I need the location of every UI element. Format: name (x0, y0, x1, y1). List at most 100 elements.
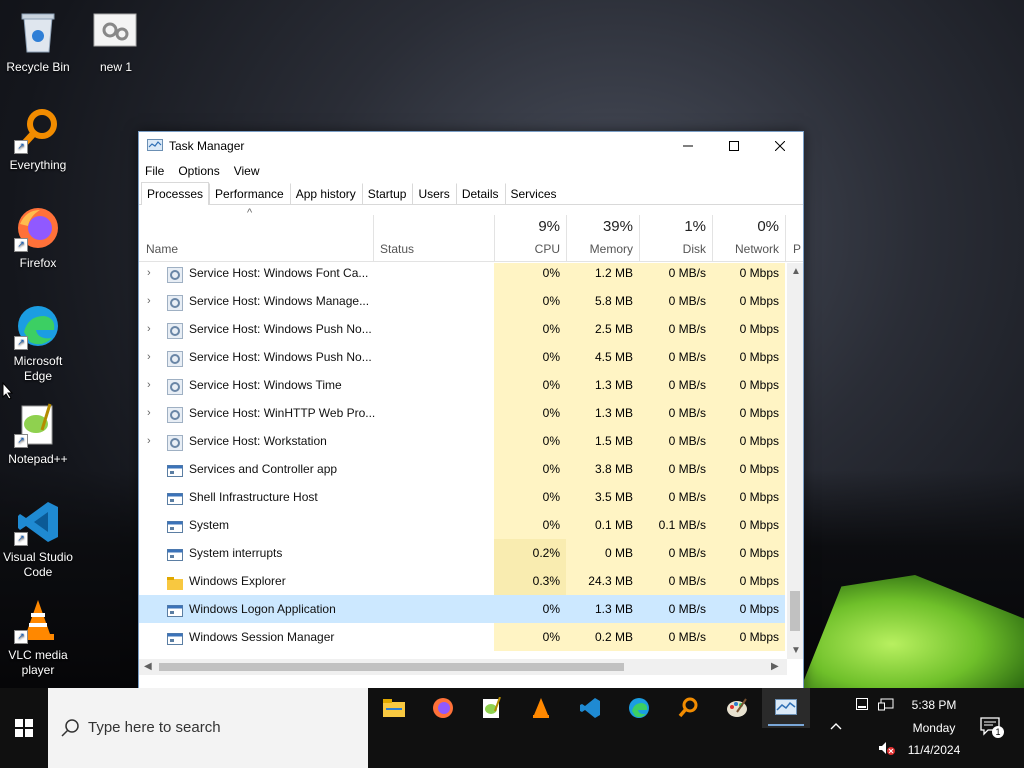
minimize-button[interactable] (665, 132, 711, 160)
cpu-cell: 0% (494, 595, 566, 623)
menu-view[interactable]: View (234, 164, 260, 178)
desktop-icon-recycle-bin[interactable]: Recycle Bin (0, 8, 76, 75)
tab-services[interactable]: Services (504, 183, 563, 204)
horizontal-scrollbar[interactable]: ◀ ▶ (139, 659, 787, 675)
network-cell: 0 Mbps (712, 483, 785, 511)
table-row[interactable]: › Service Host: WinHTTP Web Pro... 0% 1.3 M… (139, 399, 787, 427)
table-row[interactable]: › Service Host: Windows Push No... 0% 4.5 M… (139, 343, 787, 371)
table-row[interactable]: Windows Explorer 0.3% 24.3 MB 0 MB/s 0 Mbps (139, 567, 787, 595)
memory-cell: 1.3 MB (566, 595, 639, 623)
maximize-icon (729, 141, 739, 151)
process-name: Windows Logon Application (189, 602, 336, 616)
show-hidden-icons-button[interactable] (830, 718, 842, 733)
disk-cell: 0 MB/s (639, 455, 712, 483)
column-name-header[interactable]: ^ Name (139, 205, 373, 261)
table-row[interactable]: › Service Host: Windows Time 0% 1.3 MB 0 MB/… (139, 371, 787, 399)
table-row[interactable]: Shell Infrastructure Host 0% 3.5 MB 0 MB/s 0… (139, 483, 787, 511)
task-manager-icon (147, 139, 163, 153)
column-header: ^ Name Status 9% CPU 39% Memory 1% Disk … (139, 205, 803, 262)
expand-chevron-icon[interactable]: › (147, 263, 157, 287)
column-disk-header[interactable]: 1% Disk (639, 205, 712, 261)
column-memory-header[interactable]: 39% Memory (566, 205, 639, 261)
scroll-up-icon[interactable]: ▲ (791, 266, 801, 277)
gear-icon (167, 293, 183, 311)
table-row[interactable]: › Service Host: Workstation 0% 1.5 MB 0 MB/s… (139, 427, 787, 455)
vertical-scrollbar[interactable]: ▲ ▼ (787, 263, 803, 659)
tab-startup[interactable]: Startup (361, 183, 413, 204)
action-center-button[interactable]: 1 (980, 716, 1004, 741)
column-power-header[interactable]: P (789, 205, 801, 261)
minimize-icon (683, 145, 693, 147)
desktop-icon-notepadpp[interactable]: ↗ Notepad++ (0, 400, 76, 467)
cpu-cell: 0% (494, 427, 566, 455)
desktop-icon-firefox[interactable]: ↗ Firefox (0, 204, 76, 271)
scroll-down-icon[interactable]: ▼ (791, 645, 801, 656)
disk-cell: 0 MB/s (639, 287, 712, 315)
menu-file[interactable]: File (145, 164, 164, 178)
taskbar-task-manager[interactable] (762, 688, 810, 728)
table-row[interactable]: Services and Controller app 0% 3.8 MB 0 MB/… (139, 455, 787, 483)
expand-chevron-icon[interactable]: › (147, 371, 157, 399)
memory-cell: 24.3 MB (566, 567, 639, 595)
column-status-header[interactable]: Status (373, 205, 494, 261)
expand-chevron-icon[interactable]: › (147, 399, 157, 427)
tray-volume[interactable] (878, 741, 896, 758)
vertical-scroll-thumb[interactable] (790, 591, 800, 631)
column-cpu-header[interactable]: 9% CPU (494, 205, 566, 261)
expand-chevron-icon[interactable]: › (147, 315, 157, 343)
firefox-icon: ↗ (14, 204, 62, 252)
process-name-cell: › Service Host: Workstation (139, 427, 494, 455)
tab-app-history[interactable]: App history (289, 183, 362, 204)
tray-input-indicator[interactable] (856, 698, 868, 713)
table-row[interactable]: › Service Host: Windows Push No... 0% 2.5 M… (139, 315, 787, 343)
network-cell: 0 Mbps (712, 263, 785, 287)
table-row[interactable]: System 0% 0.1 MB 0.1 MB/s 0 Mbps (139, 511, 787, 539)
horizontal-scroll-thumb[interactable] (159, 663, 624, 671)
memory-cell: 0.1 MB (566, 511, 639, 539)
close-button[interactable] (757, 132, 803, 160)
taskbar-edge[interactable] (615, 688, 663, 728)
table-row[interactable]: Windows Session Manager 0% 0.2 MB 0 MB/s 0 M… (139, 623, 787, 651)
tray-network[interactable] (878, 698, 894, 715)
vscode-icon: ↗ (14, 498, 62, 546)
menu-options[interactable]: Options (178, 164, 219, 178)
clock-time[interactable]: 5:38 PM (900, 698, 968, 712)
column-network-header[interactable]: 0% Network (712, 205, 785, 261)
taskbar-paint[interactable] (713, 688, 761, 728)
taskbar-notepadpp[interactable] (468, 688, 516, 728)
scroll-right-icon[interactable]: ▶ (771, 661, 779, 672)
maximize-button[interactable] (711, 132, 757, 160)
desktop-icon-microsoft-edge[interactable]: ↗ Microsoft Edge (0, 302, 76, 384)
tab-details[interactable]: Details (455, 183, 505, 204)
tab-users[interactable]: Users (412, 183, 455, 204)
start-button[interactable] (0, 688, 48, 768)
desktop-icon-new-1[interactable]: new 1 (78, 8, 154, 75)
desktop-icon-everything[interactable]: ↗ Everything (0, 106, 76, 173)
tab-processes[interactable]: Processes (141, 182, 210, 205)
taskbar-vscode[interactable] (566, 688, 614, 728)
task-manager-icon (775, 699, 797, 715)
taskbar-vlc[interactable] (517, 688, 565, 728)
scroll-left-icon[interactable]: ◀ (144, 661, 152, 672)
table-row[interactable]: Windows Logon Application 0% 1.3 MB 0 MB/s 0… (139, 595, 787, 623)
taskbar-firefox[interactable] (419, 688, 467, 728)
taskbar-file-explorer[interactable] (370, 688, 418, 728)
process-name: Service Host: Windows Push No... (189, 322, 372, 336)
expand-chevron-icon[interactable]: › (147, 427, 157, 455)
desktop-icon-vlc[interactable]: ↗ VLC media player (0, 596, 76, 678)
expand-chevron-icon[interactable]: › (147, 343, 157, 371)
taskbar-search-box[interactable]: Type here to search (48, 688, 368, 768)
clock-day[interactable]: Monday (900, 721, 968, 735)
title-bar[interactable]: Task Manager (139, 132, 803, 160)
table-row[interactable]: System interrupts 0.2% 0 MB 0 MB/s 0 Mbps (139, 539, 787, 567)
clock-date[interactable]: 11/4/2024 (900, 743, 968, 757)
desktop-icon-vscode[interactable]: ↗ Visual Studio Code (0, 498, 76, 580)
tab-performance[interactable]: Performance (209, 183, 290, 204)
shortcut-arrow-icon: ↗ (14, 140, 28, 154)
table-row[interactable]: › Service Host: Windows Manage... 0% 5.8 MB… (139, 287, 787, 315)
taskbar-everything[interactable] (664, 688, 712, 728)
process-name-cell: › Service Host: Windows Font Ca... (139, 263, 494, 287)
expand-chevron-icon[interactable]: › (147, 287, 157, 315)
process-name: Service Host: Windows Push No... (189, 350, 372, 364)
table-row[interactable]: › Service Host: Windows Font Ca... 0% 1.2 M… (139, 263, 787, 287)
